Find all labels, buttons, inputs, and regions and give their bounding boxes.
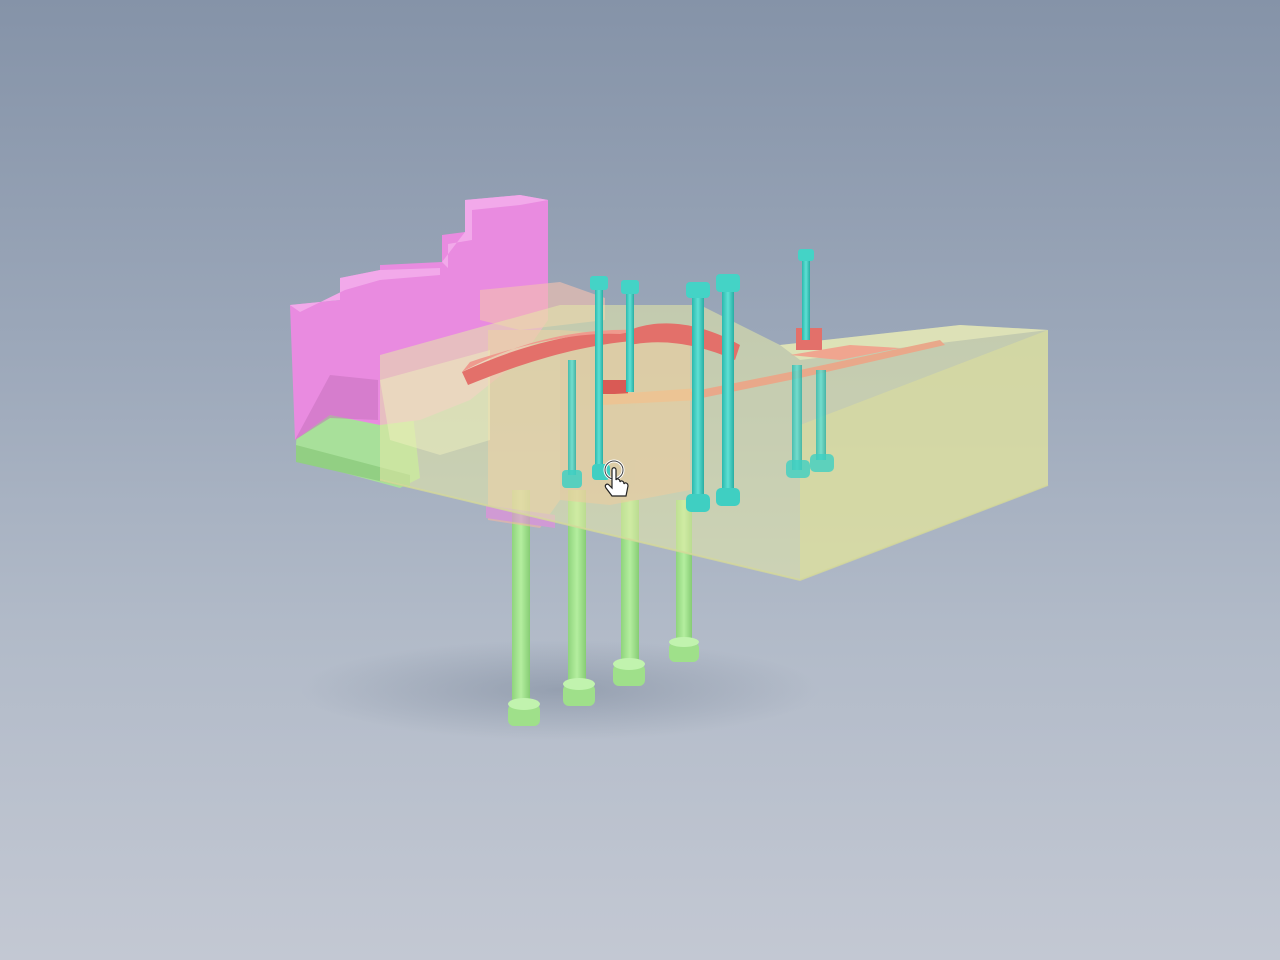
hand-rotate-icon bbox=[603, 459, 629, 497]
3d-viewport[interactable] bbox=[0, 0, 1280, 960]
model-scene[interactable] bbox=[0, 0, 1280, 960]
ground-shadow bbox=[300, 640, 820, 740]
guide-pin-5[interactable] bbox=[798, 249, 814, 340]
